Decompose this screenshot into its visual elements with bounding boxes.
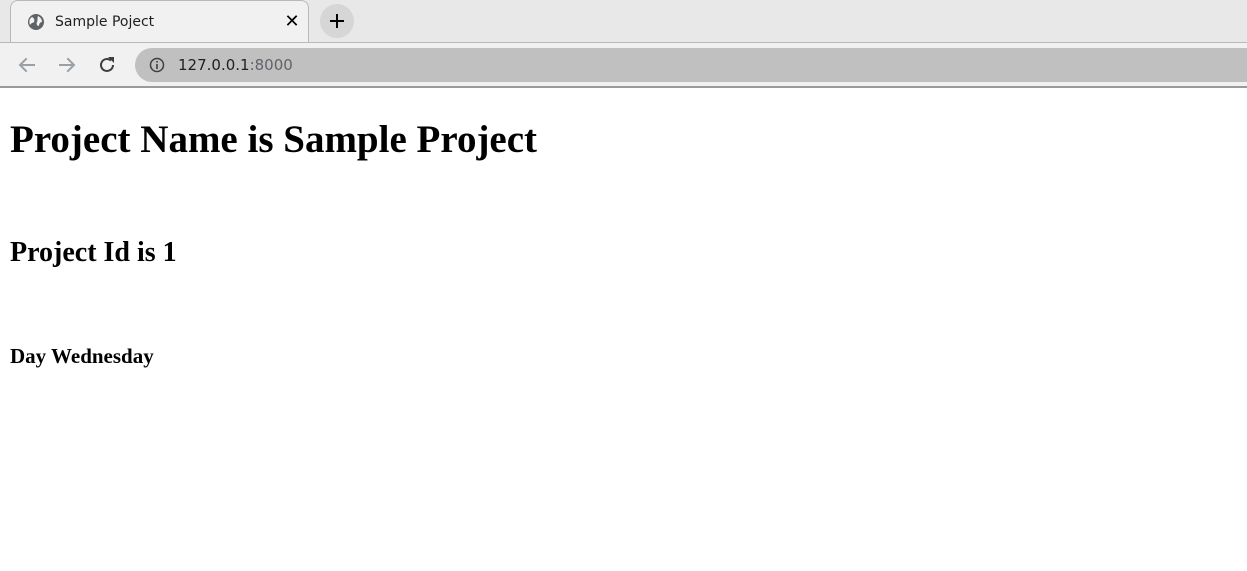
day-heading: Day Wednesday <box>10 344 154 368</box>
page-content: Project Name is Sample Project Project I… <box>0 88 1247 571</box>
address-bar[interactable]: 127.0.0.1:8000 <box>135 48 1247 82</box>
reload-icon[interactable] <box>95 53 119 77</box>
browser-toolbar: 127.0.0.1:8000 <box>0 42 1247 88</box>
forward-arrow-icon[interactable] <box>55 53 79 77</box>
close-tab-icon[interactable]: ✕ <box>282 12 302 32</box>
url-port: :8000 <box>249 56 293 74</box>
tab-strip: Sample Poject ✕ <box>0 0 1247 42</box>
url-text[interactable]: 127.0.0.1:8000 <box>178 56 293 74</box>
tab-sample-project[interactable]: Sample Poject ✕ <box>10 0 309 42</box>
url-host: 127.0.0.1 <box>178 56 250 74</box>
browser-window: Sample Poject ✕ 127.0.0.1:8000 Project N… <box>0 0 1247 571</box>
tab-title: Sample Poject <box>55 14 155 30</box>
new-tab-button[interactable] <box>320 4 354 38</box>
globe-icon <box>27 13 45 31</box>
info-icon[interactable] <box>149 57 165 73</box>
project-name-heading: Project Name is Sample Project <box>10 118 538 161</box>
project-id-heading: Project Id is 1 <box>10 237 177 268</box>
back-arrow-icon[interactable] <box>15 53 39 77</box>
